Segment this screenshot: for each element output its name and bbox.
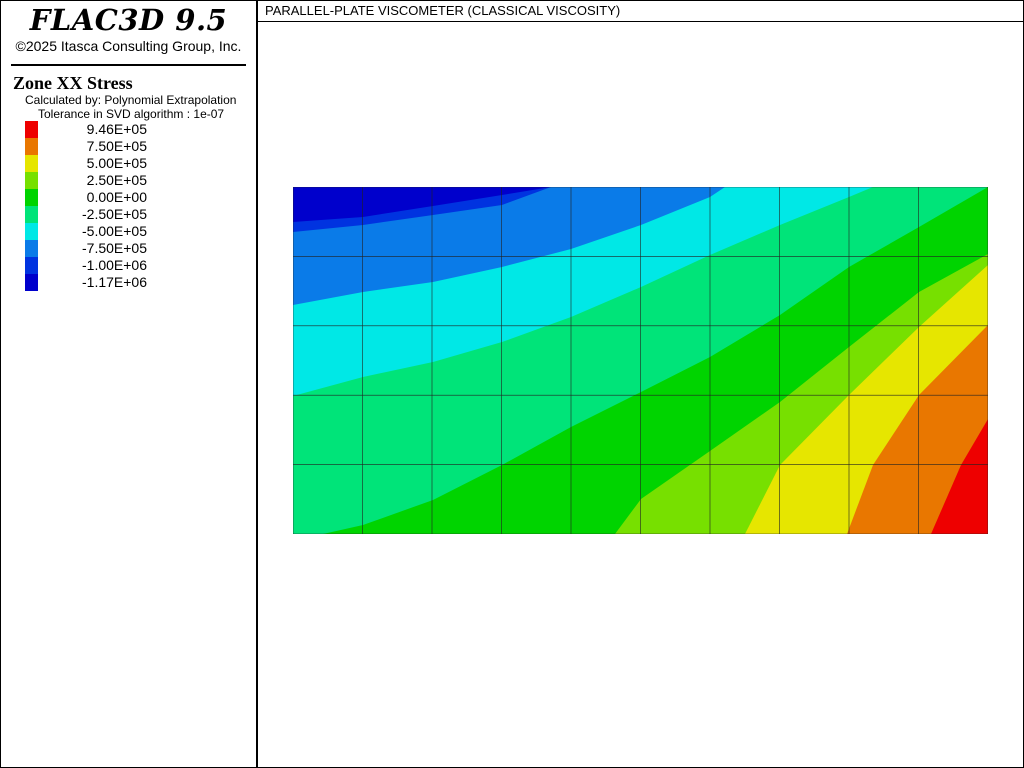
legend-swatch: [25, 274, 38, 291]
legend-swatch: [25, 189, 38, 206]
legend-swatch: [25, 206, 38, 223]
plot-window: FLAC3D 9.5 ©2025 Itasca Consulting Group…: [0, 0, 1024, 768]
legend-label: -7.50E+05: [82, 240, 147, 256]
app-title: FLAC3D 9.5: [29, 3, 228, 37]
plot-caption-bar: PARALLEL-PLATE VISCOMETER (CLASSICAL VIS…: [258, 1, 1023, 22]
legend-label: -1.00E+06: [82, 257, 147, 273]
legend-label: -2.50E+05: [82, 206, 147, 222]
legend-label: -1.17E+06: [82, 274, 147, 290]
plot-caption: PARALLEL-PLATE VISCOMETER (CLASSICAL VIS…: [265, 3, 621, 18]
legend-swatch: [25, 257, 38, 274]
copyright-text: ©2025 Itasca Consulting Group, Inc.: [15, 38, 242, 54]
header-divider: [11, 64, 246, 66]
legend-swatch: [25, 240, 38, 257]
legend-label: 7.50E+05: [86, 138, 147, 154]
legend-label: 5.00E+05: [86, 155, 147, 171]
stress-contour-plot[interactable]: [293, 187, 988, 534]
legend-swatch: [25, 155, 38, 172]
svd-tolerance: Tolerance in SVD algorithm : 1e-07: [38, 107, 225, 121]
legend-label: 0.00E+00: [86, 189, 147, 205]
legend-swatch: [25, 138, 38, 155]
legend-panel: FLAC3D 9.5 ©2025 Itasca Consulting Group…: [1, 1, 258, 767]
legend-label: 2.50E+05: [86, 172, 147, 188]
legend-swatch: [25, 223, 38, 240]
calculation-method: Calculated by: Polynomial Extrapolation: [25, 93, 237, 107]
legend-swatch: [25, 121, 38, 138]
legend-label: -5.00E+05: [82, 223, 147, 239]
legend-label: 9.46E+05: [86, 121, 147, 137]
legend-swatch: [25, 172, 38, 189]
plot-title: Zone XX Stress: [13, 73, 133, 93]
